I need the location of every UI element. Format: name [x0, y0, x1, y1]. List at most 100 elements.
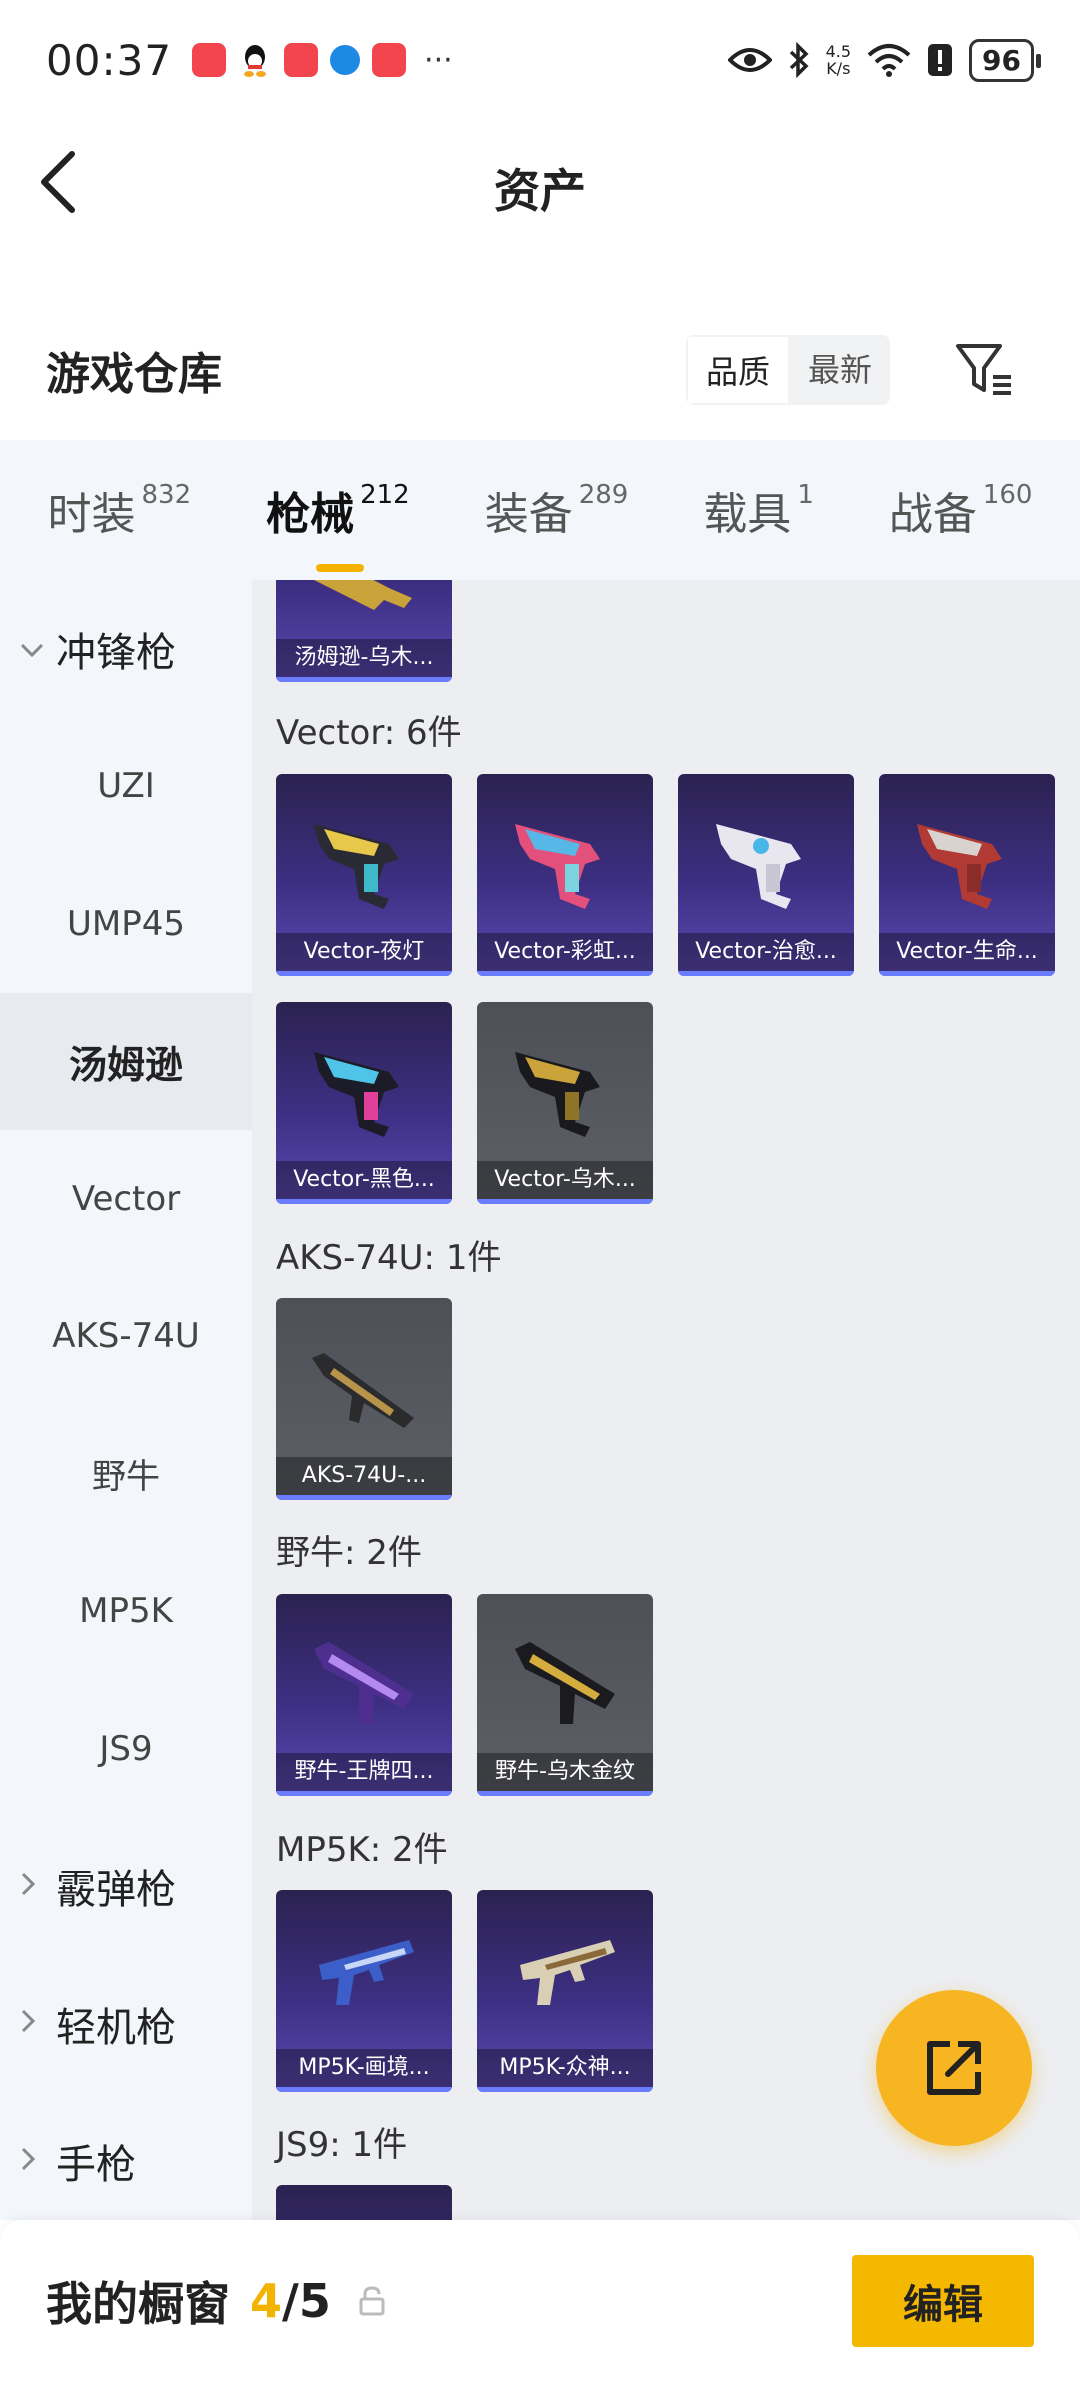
bizon-gun-icon	[515, 1642, 615, 1724]
sidebar-group-pistol[interactable]: 手枪	[0, 2093, 252, 2231]
clock: 00:37	[46, 35, 173, 85]
section-label: Vector: 6件	[276, 713, 462, 753]
weapon-card-name: Vector-乌木...	[477, 1161, 653, 1199]
network-speed: 4.5 K/s	[825, 42, 852, 78]
rarity-bar	[678, 971, 854, 976]
weapon-card[interactable]: Vector-夜灯	[276, 774, 452, 976]
weapon-card[interactable]	[276, 2185, 452, 2220]
sidebar-group-label: 冲锋枪	[56, 629, 176, 676]
sort-latest-option[interactable]: 最新	[790, 335, 890, 405]
weapon-card-name: MP5K-画境...	[276, 2049, 452, 2087]
chevron-right-icon	[20, 2145, 36, 2178]
vector-gun-icon	[716, 824, 801, 909]
bluetooth-icon	[789, 42, 809, 78]
sidebar-group-label: 霰弹枪	[56, 1867, 176, 1914]
rarity-bar	[276, 677, 452, 682]
rarity-bar	[477, 1199, 653, 1204]
tab-vehicles[interactable]: 载具 1	[703, 478, 814, 542]
weapon-card-name: Vector-夜灯	[276, 933, 452, 971]
tab-guns[interactable]: 枪械 212	[266, 478, 410, 572]
rarity-bar	[477, 1791, 653, 1796]
tab-count: 160	[982, 480, 1033, 510]
tab-supplies[interactable]: 战备 160	[889, 478, 1033, 542]
weapon-card[interactable]: MP5K-画境...	[276, 1890, 452, 2092]
thompson-gun-icon	[314, 580, 412, 610]
rarity-bar	[276, 2087, 452, 2092]
filter-icon	[956, 344, 1011, 395]
tab-label: 时装	[47, 489, 136, 540]
warehouse-title: 游戏仓库	[46, 349, 222, 400]
rarity-bar	[276, 971, 452, 976]
weapon-card-name: Vector-彩虹...	[477, 933, 653, 971]
edit-button[interactable]: 编辑	[852, 2255, 1034, 2347]
sort-quality-option[interactable]: 品质	[685, 335, 790, 405]
app-notification-icon	[372, 43, 407, 77]
sidebar-group-smg[interactable]: 冲锋枪	[0, 580, 252, 718]
tab-fashion[interactable]: 时装 832	[47, 478, 191, 542]
weapon-card-name: AKS-74U-...	[276, 1457, 452, 1495]
tab-label: 战备	[888, 489, 977, 540]
app-notification-icon	[192, 43, 227, 77]
rarity-bar	[477, 971, 653, 976]
weapon-card[interactable]: Vector-彩虹...	[477, 774, 653, 976]
weapon-card[interactable]: AKS-74U-...	[276, 1298, 452, 1500]
sidebar-item-vector[interactable]: Vector	[0, 1130, 252, 1268]
rarity-bar	[477, 2087, 653, 2092]
sidebar-group-label: 轻机枪	[56, 2004, 176, 2051]
weapon-card[interactable]: 汤姆逊-乌木...	[276, 580, 452, 682]
sidebar-item-ump45[interactable]: UMP45	[0, 855, 252, 993]
tab-label: 枪械	[266, 489, 355, 540]
more-notifications-icon: ···	[424, 42, 453, 78]
section-label: JS9: 1件	[276, 2125, 408, 2165]
assets-page: 00:37 ··· 4.5 K/s 96 资产 游戏仓库 品质 最新 时装 83…	[0, 0, 1080, 2382]
weapon-grid: 汤姆逊-乌木... Vector: 6件 Vector-夜灯 Vector-彩虹…	[252, 580, 1080, 2220]
lock-icon	[359, 2286, 385, 2316]
active-tab-indicator	[316, 564, 365, 572]
status-icons: 4.5 K/s 96	[727, 38, 1041, 82]
section-label: 野牛: 2件	[276, 1533, 422, 1573]
sidebar-item-aks74u[interactable]: AKS-74U	[0, 1268, 252, 1406]
weapon-card-name: 汤姆逊-乌木...	[276, 639, 452, 677]
tab-count: 289	[578, 480, 629, 510]
tab-count: 212	[360, 480, 410, 510]
vector-gun-icon	[917, 824, 1002, 909]
page-title: 资产	[494, 163, 586, 218]
sidebar-item-mp5k[interactable]: MP5K	[0, 1543, 252, 1681]
weapon-card[interactable]: Vector-黑色...	[276, 1002, 452, 1204]
tab-label: 装备	[484, 489, 573, 540]
sidebar-group-lmg[interactable]: 轻机枪	[0, 1955, 252, 2093]
share-button[interactable]	[876, 1990, 1032, 2146]
weapon-card-name: 野牛-乌木金纹	[477, 1753, 653, 1791]
rarity-bar	[276, 1495, 452, 1500]
mp5k-gun-icon	[319, 1940, 414, 2005]
tab-count: 832	[141, 480, 192, 510]
bizon-gun-icon	[314, 1642, 414, 1724]
category-tabs: 时装 832 枪械 212 装备 289 载具 1 战备 160	[0, 440, 1080, 580]
tab-equipment[interactable]: 装备 289	[485, 478, 629, 542]
warehouse-header: 游戏仓库 品质 最新	[0, 315, 1080, 425]
weapon-card[interactable]: 野牛-乌木金纹	[477, 1594, 653, 1796]
weapon-card-name: 野牛-王牌四...	[276, 1753, 452, 1791]
wifi-icon	[867, 44, 911, 77]
sidebar-item-js9[interactable]: JS9	[0, 1680, 252, 1818]
tab-count: 1	[797, 480, 814, 510]
mp5k-gun-icon	[520, 1940, 615, 2005]
sidebar-item-bizon[interactable]: 野牛	[0, 1405, 252, 1543]
sidebar-item-uzi[interactable]: UZI	[0, 718, 252, 856]
sidebar-group-shotgun[interactable]: 霰弹枪	[0, 1818, 252, 1956]
showcase-count-total: /5	[282, 2274, 331, 2328]
weapon-card-name: Vector-生命...	[879, 933, 1055, 971]
weapon-card-name: MP5K-众神...	[477, 2049, 653, 2087]
weapon-card[interactable]: Vector-治愈...	[678, 774, 854, 976]
filter-button[interactable]	[950, 335, 1020, 405]
weapon-card-name: Vector-黑色...	[276, 1161, 452, 1199]
sidebar-item-thompson[interactable]: 汤姆逊	[0, 992, 252, 1130]
chevron-down-icon	[20, 632, 44, 665]
back-button[interactable]	[38, 150, 98, 220]
aks74u-gun-icon	[312, 1353, 414, 1428]
weapon-card[interactable]: MP5K-众神...	[477, 1890, 653, 2092]
weapon-card[interactable]: Vector-生命...	[879, 774, 1055, 976]
weapon-card[interactable]: Vector-乌木...	[477, 1002, 653, 1204]
weapon-card[interactable]: 野牛-王牌四...	[276, 1594, 452, 1796]
rarity-bar	[276, 1791, 452, 1796]
